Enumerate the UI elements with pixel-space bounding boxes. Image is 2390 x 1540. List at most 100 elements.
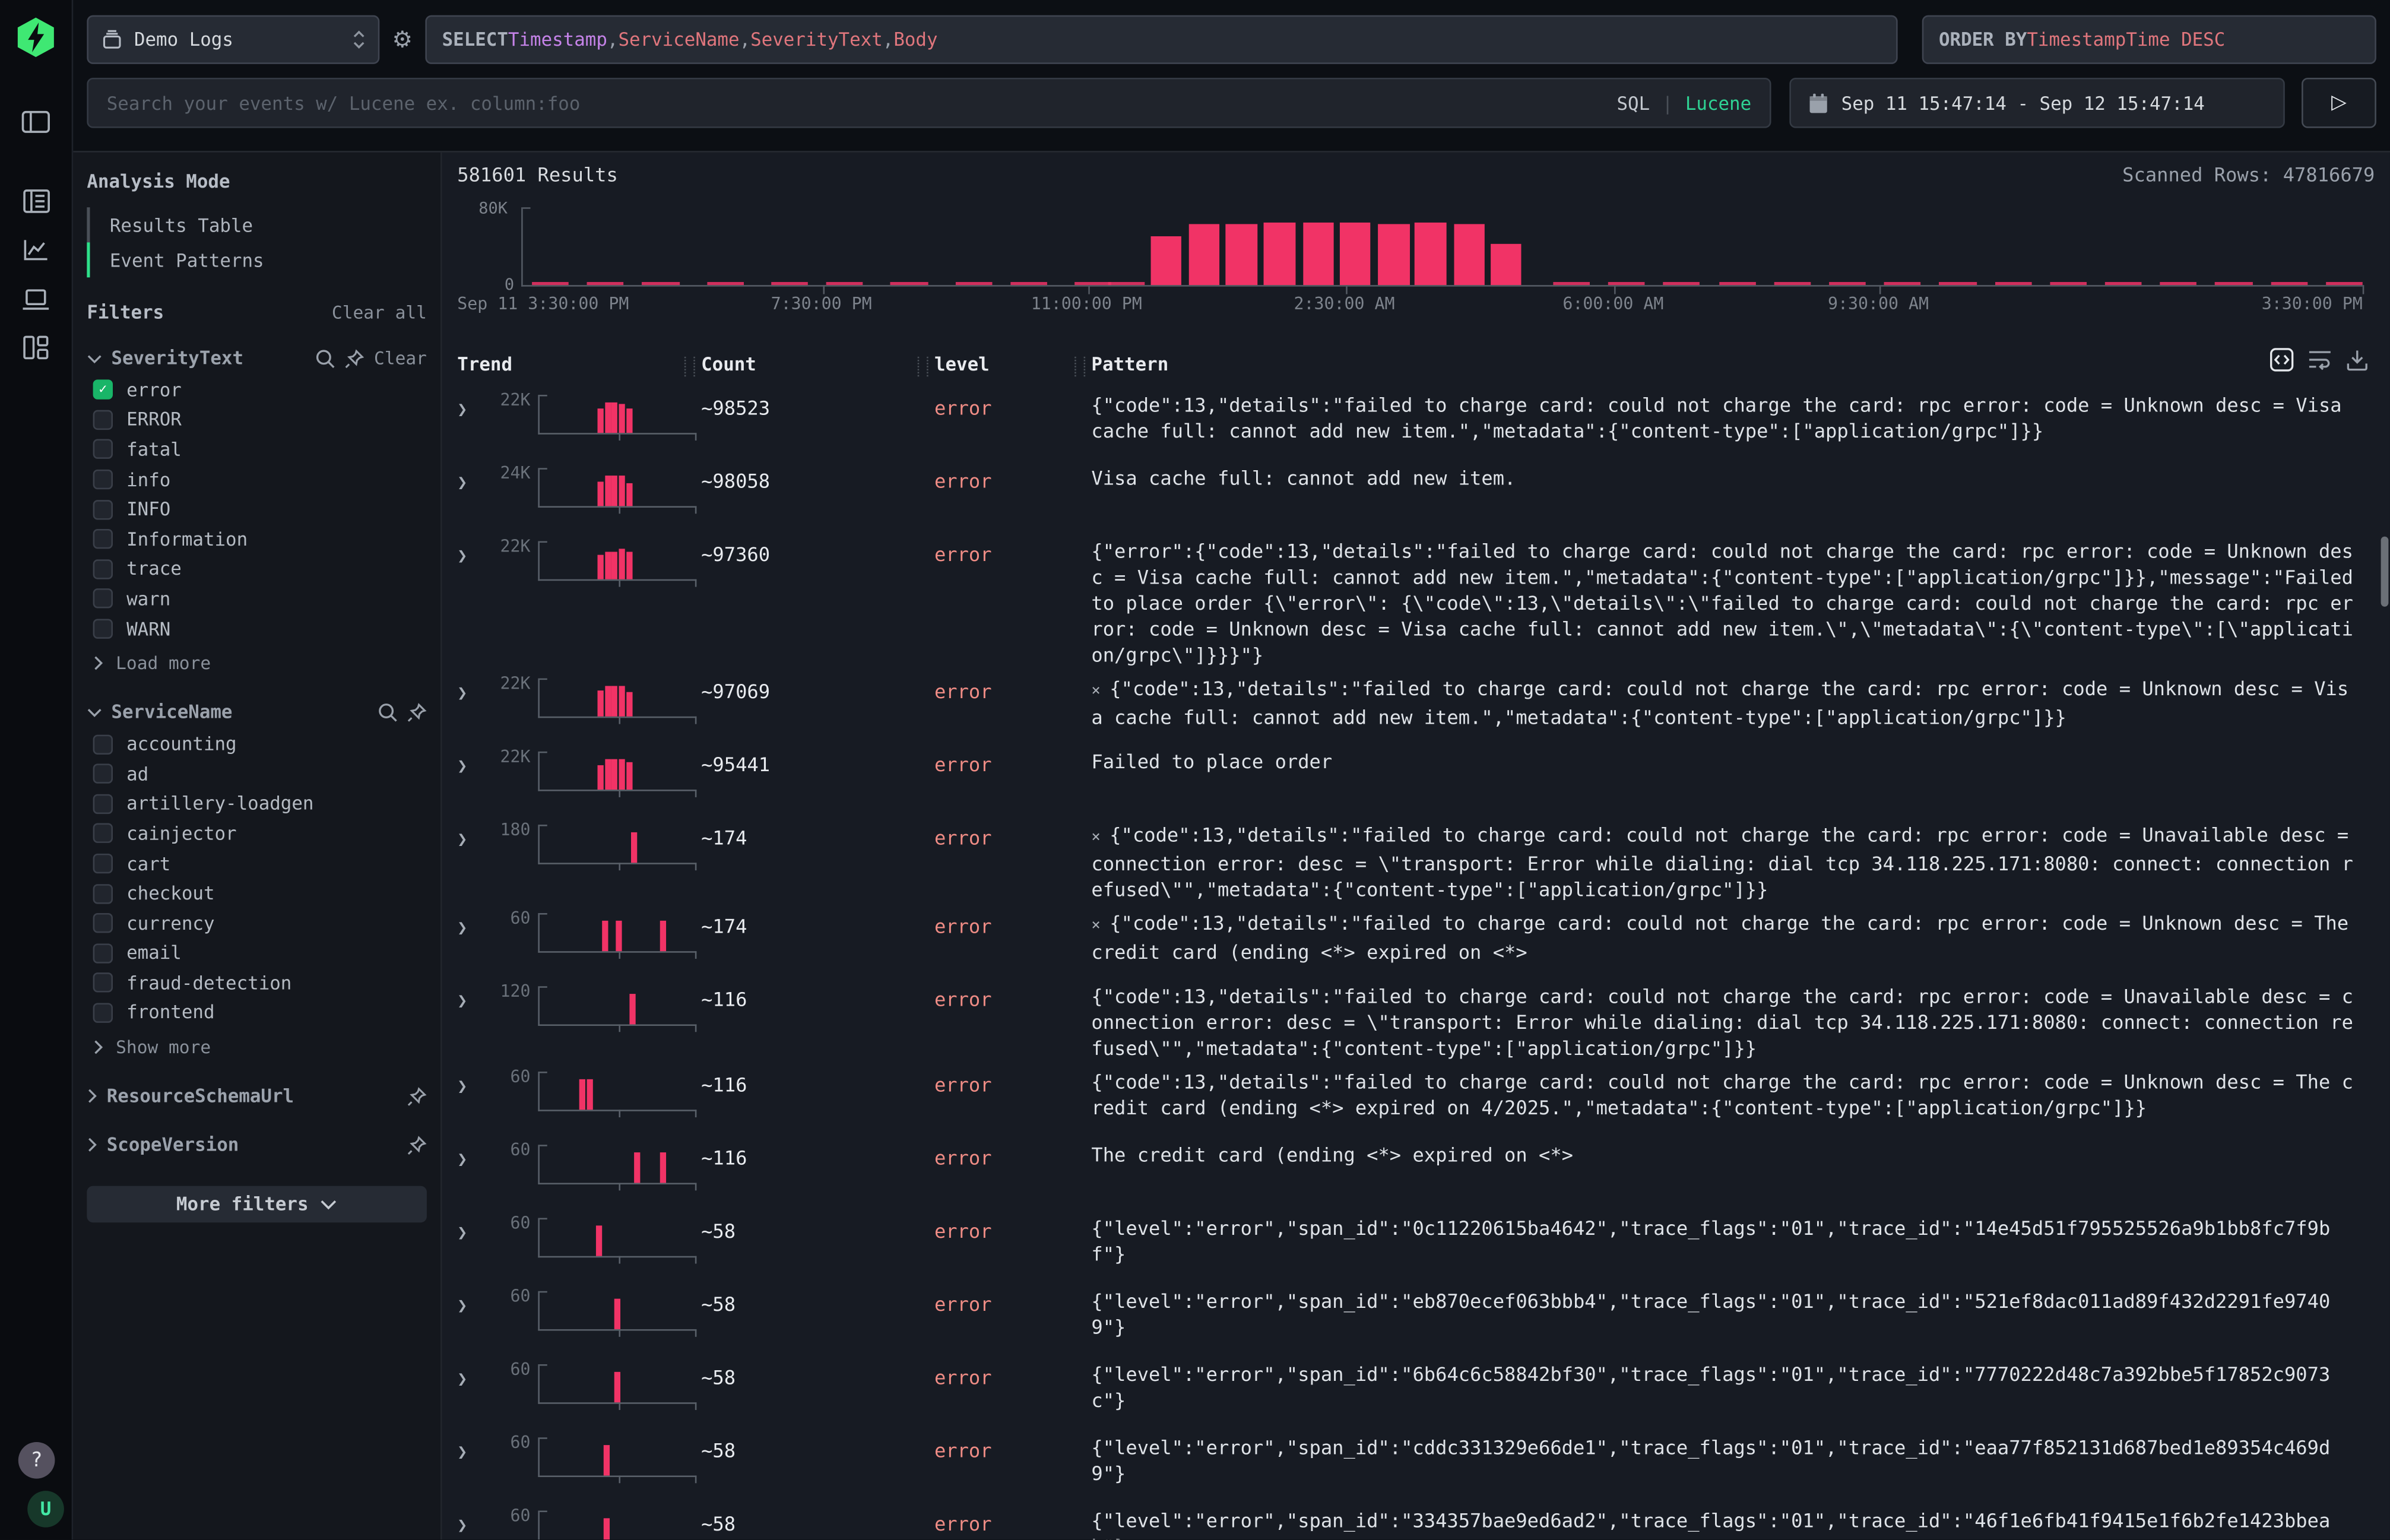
expand-chevron-icon[interactable]: ❯ [457, 1434, 484, 1500]
expand-chevron-icon[interactable]: ❯ [457, 1069, 484, 1134]
histogram-bar[interactable] [1303, 223, 1335, 285]
clear-group-button[interactable]: Clear [374, 347, 427, 369]
more-filters-button[interactable]: More filters [87, 1186, 427, 1223]
table-row[interactable]: ❯60~58error{"level":"error","span_id":"0… [457, 1208, 2375, 1281]
filter-option-artillery-loadgen[interactable]: artillery-loadgen [87, 789, 427, 819]
table-row[interactable]: ❯60~58error{"level":"error","span_id":"6… [457, 1354, 2375, 1427]
filter-option-fraud-detection[interactable]: fraud-detection [87, 968, 427, 998]
filter-option-email[interactable]: email [87, 938, 427, 968]
download-icon[interactable] [2346, 348, 2369, 372]
load-more-button[interactable]: Load more [93, 647, 427, 680]
checkbox[interactable] [93, 559, 113, 579]
table-row[interactable]: ❯60~116errorThe credit card (ending <*> … [457, 1134, 2375, 1207]
dismiss-x-icon[interactable]: × [1091, 918, 1100, 934]
checkbox[interactable] [93, 470, 113, 489]
filter-option-fatal[interactable]: fatal [87, 435, 427, 464]
chevron-right-icon[interactable] [93, 656, 104, 671]
dismiss-x-icon[interactable]: × [1091, 683, 1100, 699]
col-header-trend[interactable]: Trend [457, 354, 701, 375]
histogram-bar[interactable] [1150, 236, 1181, 285]
checkbox[interactable] [93, 619, 113, 639]
filter-option-info[interactable]: info [87, 465, 427, 495]
chevron-right-icon[interactable] [93, 1040, 104, 1056]
pattern-cell[interactable]: Visa cache full: cannot add new item. [1091, 465, 2375, 530]
chevron-right-icon[interactable] [87, 1089, 97, 1104]
expand-chevron-icon[interactable]: ❯ [457, 392, 484, 457]
show-more-button[interactable]: Show more [93, 1031, 427, 1064]
checkbox[interactable] [93, 1003, 113, 1022]
checkbox[interactable] [93, 734, 113, 754]
filter-group-ServiceName[interactable]: ServiceName [87, 696, 427, 729]
expand-chevron-icon[interactable]: ❯ [457, 1288, 484, 1354]
logs-icon[interactable] [14, 180, 57, 223]
gear-icon[interactable]: ⚙ [379, 26, 425, 53]
filter-option-Information[interactable]: Information [87, 524, 427, 554]
table-row[interactable]: ❯60~174error×{"code":13,"details":"faile… [457, 902, 2375, 975]
filter-option-accounting[interactable]: accounting [87, 729, 427, 759]
checkbox[interactable] [93, 530, 113, 549]
filter-option-ad[interactable]: ad [87, 759, 427, 789]
histogram-bar[interactable] [1491, 244, 1522, 285]
pattern-cell[interactable]: {"code":13,"details":"failed to charge c… [1091, 983, 2375, 1061]
clear-all-button[interactable]: Clear all [332, 302, 427, 323]
histogram-bar[interactable] [1378, 224, 1410, 285]
expand-chevron-icon[interactable]: ❯ [457, 983, 484, 1061]
table-row[interactable]: ❯120~116error{"code":13,"details":"faile… [457, 975, 2375, 1061]
pin-icon[interactable] [407, 1086, 427, 1106]
pattern-cell[interactable]: ×{"code":13,"details":"failed to charge … [1091, 910, 2375, 975]
pattern-cell[interactable]: {"code":13,"details":"failed to charge c… [1091, 1069, 2375, 1134]
expand-chevron-icon[interactable]: ❯ [457, 1361, 484, 1427]
checkbox[interactable]: ✓ [93, 380, 113, 400]
col-header-count[interactable]: Count [701, 354, 934, 375]
chevron-right-icon[interactable] [87, 1137, 97, 1153]
expand-chevron-icon[interactable]: ❯ [457, 675, 484, 740]
mode-lucene-toggle[interactable]: Lucene [1685, 92, 1751, 113]
pin-icon[interactable] [407, 702, 427, 722]
hyperdx-logo-icon[interactable] [14, 15, 57, 58]
expand-chevron-icon[interactable]: ❯ [457, 538, 484, 667]
dashboards-icon[interactable] [14, 326, 57, 369]
analysis-mode-item-results-table[interactable]: Results Table [87, 207, 427, 242]
date-range-picker[interactable]: Sep 11 15:47:14 - Sep 12 15:47:14 [1789, 78, 2284, 128]
col-header-pattern[interactable]: Pattern [1091, 354, 2375, 375]
panel-toggle-icon[interactable] [14, 100, 57, 143]
filter-option-warn[interactable]: warn [87, 584, 427, 614]
checkbox[interactable] [93, 794, 113, 813]
pattern-cell[interactable]: {"level":"error","span_id":"0c11220615ba… [1091, 1215, 2375, 1280]
checkbox[interactable] [93, 854, 113, 873]
dismiss-x-icon[interactable]: × [1091, 829, 1100, 846]
table-row[interactable]: ❯180~174error×{"code":13,"details":"fail… [457, 814, 2375, 902]
pattern-cell[interactable]: {"level":"error","span_id":"334357bae9ed… [1091, 1507, 2375, 1539]
checkbox[interactable] [93, 440, 113, 460]
sessions-laptop-icon[interactable] [14, 277, 57, 320]
search-icon[interactable] [316, 348, 335, 368]
expand-chevron-icon[interactable]: ❯ [457, 822, 484, 902]
source-select[interactable]: Demo Logs [87, 15, 379, 64]
search-icon[interactable] [378, 702, 398, 722]
table-row[interactable]: ❯24K~98058errorVisa cache full: cannot a… [457, 457, 2375, 530]
table-row[interactable]: ❯22K~97360error{"error":{"code":13,"deta… [457, 531, 2375, 668]
filter-option-frontend[interactable]: frontend [87, 998, 427, 1028]
histogram-bar[interactable] [1264, 223, 1296, 285]
table-scrollbar[interactable] [2381, 537, 2389, 607]
pattern-cell[interactable]: {"code":13,"details":"failed to charge c… [1091, 392, 2375, 457]
checkbox[interactable] [93, 589, 113, 609]
expand-chevron-icon[interactable]: ❯ [457, 465, 484, 530]
checkbox[interactable] [93, 883, 113, 903]
pattern-cell[interactable]: {"level":"error","span_id":"eb870ecef063… [1091, 1288, 2375, 1354]
pattern-cell[interactable]: ×{"code":13,"details":"failed to charge … [1091, 675, 2375, 740]
checkbox[interactable] [93, 914, 113, 933]
search-input[interactable]: Search your events w/ Lucene ex. column:… [87, 78, 1771, 128]
filter-option-WARN[interactable]: WARN [87, 614, 427, 644]
histogram-bar[interactable] [1189, 224, 1221, 285]
filter-option-currency[interactable]: currency [87, 908, 427, 938]
table-row[interactable]: ❯60~58error{"level":"error","span_id":"3… [457, 1500, 2375, 1540]
select-query-input[interactable]: SELECT Timestamp, ServiceName, SeverityT… [425, 15, 1897, 64]
pattern-cell[interactable]: {"level":"error","span_id":"6b64c6c58842… [1091, 1361, 2375, 1427]
table-row[interactable]: ❯60~58error{"level":"error","span_id":"c… [457, 1427, 2375, 1500]
table-row[interactable]: ❯60~58error{"level":"error","span_id":"e… [457, 1281, 2375, 1354]
pattern-cell[interactable]: ×{"code":13,"details":"failed to charge … [1091, 822, 2375, 902]
histogram-bar[interactable] [1415, 222, 1447, 285]
histogram-bar[interactable] [1340, 222, 1371, 285]
filter-option-ERROR[interactable]: ERROR [87, 405, 427, 435]
